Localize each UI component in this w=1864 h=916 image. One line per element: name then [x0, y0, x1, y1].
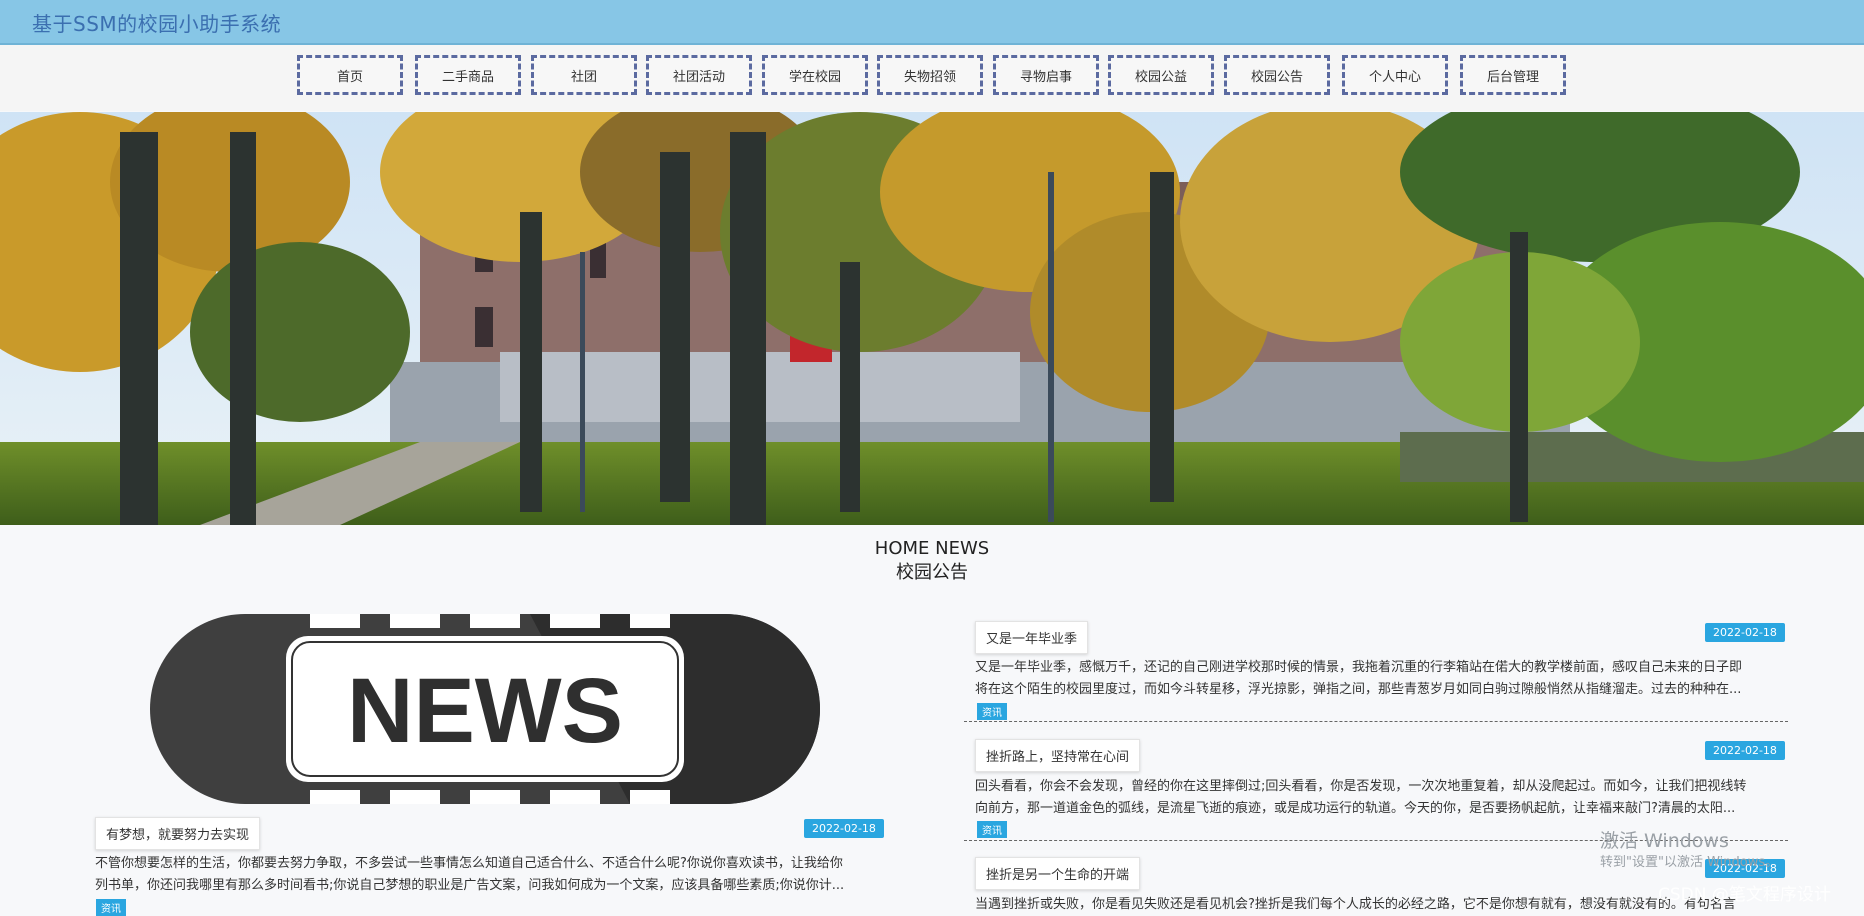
campus-photo [0, 112, 1864, 525]
featured-news-title[interactable]: 有梦想，就要努力去实现 [95, 817, 261, 850]
news-item-title[interactable]: 挫折路上，坚持常在心间 [975, 739, 1141, 772]
news-item-tag: 资讯 [977, 821, 1007, 838]
nav-lost-found[interactable]: 失物招领 [877, 55, 983, 95]
news-section-header: HOME NEWS 校园公告 [0, 538, 1864, 586]
nav-club-activity[interactable]: 社团活动 [646, 55, 752, 95]
nav-secondhand[interactable]: 二手商品 [415, 55, 521, 95]
news-item-title[interactable]: 挫折是另一个生命的开端 [975, 857, 1141, 890]
top-header: 基于SSM的校园小助手系统 [0, 0, 1864, 45]
news-image-text: NEWS [347, 660, 623, 762]
nav-lost-notice[interactable]: 寻物启事 [993, 55, 1099, 95]
news-divider [964, 721, 1788, 722]
nav-announcement[interactable]: 校园公告 [1224, 55, 1330, 95]
featured-news-tag: 资讯 [96, 899, 126, 916]
banner-carousel[interactable] [0, 112, 1864, 525]
nav-profile[interactable]: 个人中心 [1342, 55, 1448, 95]
news-item-excerpt: 向前方，那一道道金色的弧线，是流星飞逝的痕迹，或是成功运行的轨道。今天的你，是否… [975, 801, 1736, 816]
news-item-tag: 资讯 [977, 703, 1007, 720]
nav-admin[interactable]: 后台管理 [1460, 55, 1566, 95]
nav-study[interactable]: 学在校园 [762, 55, 868, 95]
section-title-en: HOME NEWS [874, 538, 990, 559]
featured-news-excerpt-2: 列书单，你还问我哪里有那么多时间看书;你说自己梦想的职业是广告文案，问我如何成为… [95, 878, 845, 893]
nav-home[interactable]: 首页 [297, 55, 403, 95]
news-item-excerpt: 将在这个陌生的校园里度过，而如今斗转星移，浮光掠影，弹指之间，那些青葱岁月如同白… [975, 682, 1742, 697]
app-title: 基于SSM的校园小助手系统 [32, 12, 282, 36]
news-item-date: 2022-02-18 [1705, 741, 1785, 760]
news-item-title[interactable]: 又是一年毕业季 [975, 621, 1089, 654]
main-nav: 首页 二手商品 社团 社团活动 学在校园 失物招领 寻物启事 校园公益 校园公告… [0, 45, 1864, 111]
news-item-excerpt: 又是一年毕业季，感慨万千，还记的自己刚进学校那时候的情景，我拖着沉重的行李箱站在… [975, 660, 1743, 675]
featured-news-date: 2022-02-18 [804, 819, 884, 838]
nav-charity[interactable]: 校园公益 [1108, 55, 1214, 95]
windows-activation-watermark: 激活 Windows [1600, 830, 1729, 852]
csdn-credit: CSDN @笔文程序设计 [1658, 885, 1831, 905]
featured-news-excerpt-1: 不管你想要怎样的生活，你都要去努力争取，不多尝试一些事情怎么知道自己适合什么、不… [95, 856, 843, 871]
news-featured-image[interactable]: NEWS [150, 614, 820, 804]
section-title-cn: 校园公告 [896, 562, 968, 583]
news-item-excerpt: 回头看看，你会不会发现，曾经的你在这里摔倒过;回头看看，你是否发现，一次次地重复… [975, 779, 1747, 794]
nav-club[interactable]: 社团 [531, 55, 637, 95]
windows-activation-hint: 转到"设置"以激活 Windows。 [1600, 855, 1779, 870]
news-item-date: 2022-02-18 [1705, 623, 1785, 642]
